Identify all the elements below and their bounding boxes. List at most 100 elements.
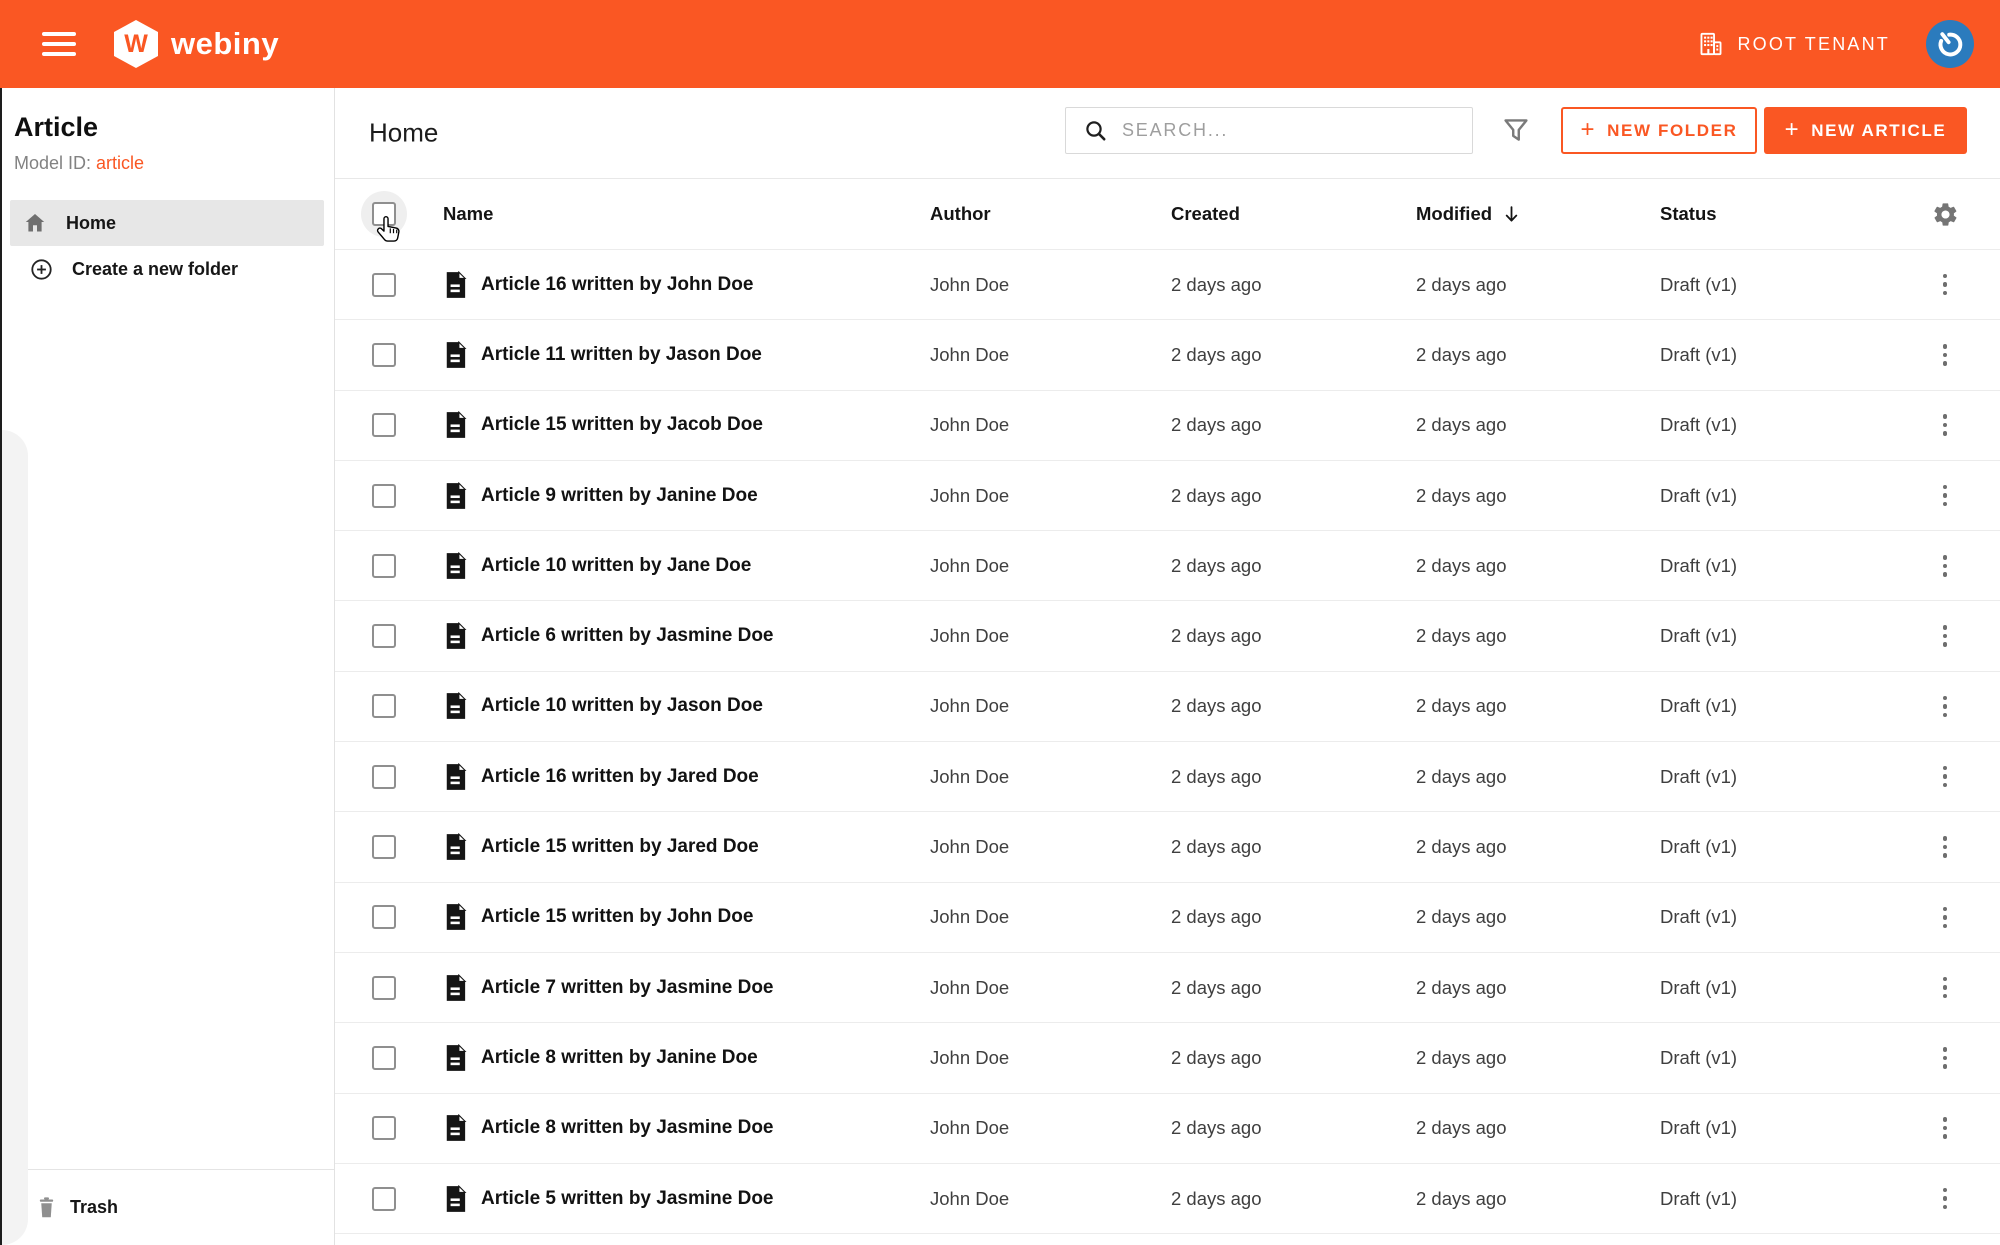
- row-actions-menu-icon[interactable]: [1937, 971, 1954, 1005]
- table-row[interactable]: Article 15 written by Jared Doe John Doe…: [335, 812, 2000, 883]
- sidebar-item-label: Create a new folder: [72, 258, 239, 279]
- row-modified: 2 days ago: [1416, 554, 1507, 576]
- row-name[interactable]: Article 16 written by Jared Doe: [481, 766, 930, 788]
- table-row[interactable]: Article 15 written by John Doe John Doe …: [335, 883, 2000, 953]
- row-created: 2 days ago: [1171, 976, 1262, 998]
- table-row[interactable]: Article 10 written by Jason Doe John Doe…: [335, 672, 2000, 743]
- table-settings-gear-icon[interactable]: [1932, 201, 1959, 228]
- table-row[interactable]: Article 7 written by Jasmine Doe John Do…: [335, 953, 2000, 1024]
- row-name[interactable]: Article 16 written by John Doe: [481, 274, 930, 296]
- row-actions-menu-icon[interactable]: [1937, 901, 1954, 935]
- table-row[interactable]: Article 11 written by Jason Doe John Doe…: [335, 320, 2000, 391]
- plus-icon: +: [1580, 115, 1597, 143]
- trash-button[interactable]: Trash: [0, 1169, 334, 1245]
- row-actions-menu-icon[interactable]: [1937, 338, 1954, 372]
- row-actions-menu-icon[interactable]: [1937, 268, 1954, 302]
- row-actions-menu-icon[interactable]: [1937, 1111, 1954, 1145]
- table-row[interactable]: Article 16 written by John Doe John Doe …: [335, 250, 2000, 321]
- row-actions-menu-icon[interactable]: [1937, 619, 1954, 653]
- search-box[interactable]: [1065, 107, 1473, 154]
- create-folder-button[interactable]: Create a new folder: [10, 246, 324, 292]
- logo-letter: W: [124, 29, 148, 58]
- row-created: 2 days ago: [1171, 1187, 1262, 1209]
- column-header-author[interactable]: Author: [930, 203, 1171, 225]
- search-input[interactable]: [1120, 119, 1472, 142]
- user-avatar[interactable]: [1926, 20, 1974, 68]
- row-name[interactable]: Article 9 written by Janine Doe: [481, 485, 930, 507]
- row-checkbox[interactable]: [372, 1116, 396, 1141]
- filter-icon[interactable]: [1502, 117, 1530, 147]
- table-row[interactable]: Article 16 written by Jared Doe John Doe…: [335, 742, 2000, 813]
- hamburger-menu-icon[interactable]: [42, 26, 76, 62]
- row-status: Draft (v1): [1660, 1187, 1738, 1209]
- row-checkbox[interactable]: [372, 1045, 396, 1070]
- column-header-name[interactable]: Name: [443, 203, 930, 225]
- column-header-created[interactable]: Created: [1171, 203, 1416, 225]
- model-id-value[interactable]: article: [96, 153, 144, 173]
- row-actions-menu-icon[interactable]: [1937, 479, 1954, 513]
- table-row[interactable]: Article 15 written by Jacob Doe John Doe…: [335, 391, 2000, 461]
- row-checkbox[interactable]: [372, 905, 396, 930]
- row-checkbox[interactable]: [372, 975, 396, 1000]
- row-actions-menu-icon[interactable]: [1937, 690, 1954, 724]
- webiny-logo[interactable]: W webiny: [114, 20, 279, 68]
- new-article-button[interactable]: + NEW ARTICLE: [1764, 107, 1967, 154]
- row-actions-menu-icon[interactable]: [1937, 408, 1954, 442]
- row-actions-menu-icon[interactable]: [1937, 830, 1954, 864]
- row-actions-menu-icon[interactable]: [1937, 549, 1954, 583]
- row-name[interactable]: Article 6 written by Jasmine Doe: [481, 625, 930, 647]
- row-name[interactable]: Article 11 written by Jason Doe: [481, 344, 930, 366]
- row-name[interactable]: Article 8 written by Janine Doe: [481, 1047, 930, 1069]
- model-id-label: Model ID:: [14, 153, 92, 173]
- row-status: Draft (v1): [1660, 625, 1738, 647]
- new-folder-button[interactable]: + NEW FOLDER: [1561, 107, 1757, 154]
- document-icon: [443, 270, 481, 299]
- table-row[interactable]: Article 8 written by Jasmine Doe John Do…: [335, 1094, 2000, 1164]
- row-author: John Doe: [930, 554, 1010, 576]
- row-modified: 2 days ago: [1416, 976, 1507, 998]
- table-row[interactable]: Article 9 written by Janine Doe John Doe…: [335, 461, 2000, 532]
- row-actions-menu-icon[interactable]: [1937, 1182, 1954, 1216]
- row-checkbox[interactable]: [372, 342, 396, 367]
- select-all-checkbox[interactable]: [372, 202, 396, 226]
- row-created: 2 days ago: [1171, 836, 1262, 858]
- row-checkbox[interactable]: [372, 624, 396, 649]
- row-name[interactable]: Article 5 written by Jasmine Doe: [481, 1188, 930, 1210]
- row-name[interactable]: Article 15 written by Jared Doe: [481, 836, 930, 858]
- row-status: Draft (v1): [1660, 343, 1738, 365]
- document-icon: [443, 481, 481, 510]
- row-actions-menu-icon[interactable]: [1937, 760, 1954, 794]
- row-status: Draft (v1): [1660, 765, 1738, 787]
- sidebar-item-home[interactable]: Home: [10, 200, 324, 246]
- row-created: 2 days ago: [1171, 625, 1262, 647]
- row-name[interactable]: Article 7 written by Jasmine Doe: [481, 977, 930, 999]
- table-row[interactable]: Article 5 written by Jasmine Doe John Do…: [335, 1164, 2000, 1235]
- row-actions-menu-icon[interactable]: [1937, 1041, 1954, 1075]
- document-icon: [443, 411, 481, 439]
- row-name[interactable]: Article 15 written by John Doe: [481, 906, 930, 928]
- row-checkbox[interactable]: [372, 483, 396, 508]
- column-header-modified[interactable]: Modified: [1416, 203, 1660, 225]
- row-checkbox[interactable]: [372, 694, 396, 719]
- table-row[interactable]: Article 6 written by Jasmine Doe John Do…: [335, 601, 2000, 672]
- row-created: 2 days ago: [1171, 554, 1262, 576]
- row-checkbox[interactable]: [372, 553, 396, 578]
- tenant-selector[interactable]: ROOT TENANT: [1698, 31, 1890, 57]
- table-row[interactable]: Article 8 written by Janine Doe John Doe…: [335, 1023, 2000, 1094]
- row-name[interactable]: Article 15 written by Jacob Doe: [481, 414, 930, 436]
- row-checkbox[interactable]: [372, 835, 396, 860]
- row-checkbox[interactable]: [372, 272, 396, 297]
- row-checkbox[interactable]: [372, 764, 396, 789]
- row-checkbox[interactable]: [372, 1186, 396, 1211]
- new-folder-label: NEW FOLDER: [1607, 120, 1738, 140]
- table-row[interactable]: Article 10 written by Jane Doe John Doe …: [335, 531, 2000, 602]
- row-author: John Doe: [930, 976, 1010, 998]
- column-header-status[interactable]: Status: [1660, 203, 1921, 225]
- document-icon: [443, 692, 481, 720]
- modified-label: Modified: [1416, 203, 1493, 224]
- brand-name: webiny: [171, 26, 280, 61]
- row-name[interactable]: Article 10 written by Jane Doe: [481, 555, 930, 577]
- row-name[interactable]: Article 10 written by Jason Doe: [481, 695, 930, 717]
- row-name[interactable]: Article 8 written by Jasmine Doe: [481, 1117, 930, 1139]
- row-checkbox[interactable]: [372, 413, 396, 438]
